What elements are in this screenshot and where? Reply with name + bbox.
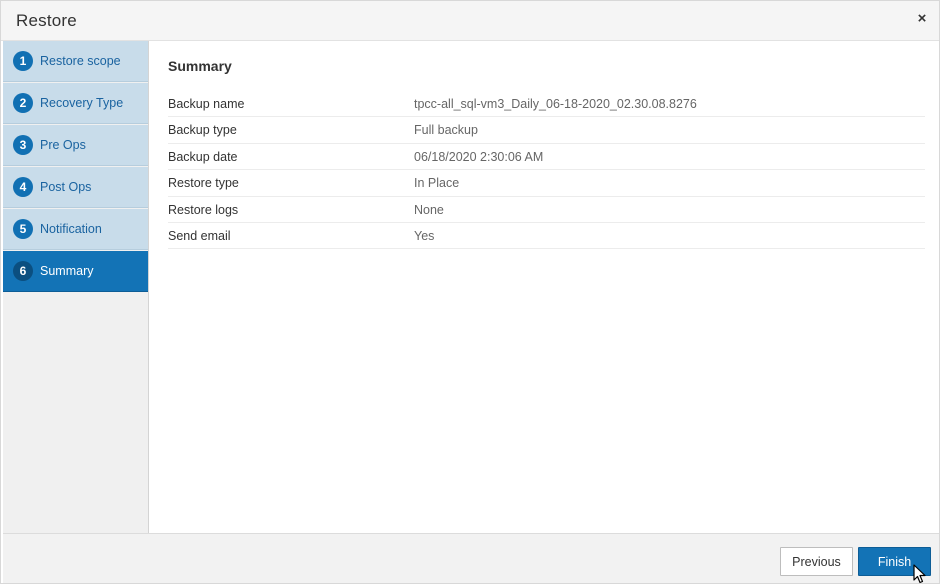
step-number: 4 (13, 177, 33, 197)
summary-panel: Summary Backup name tpcc-all_sql-vm3_Dai… (150, 41, 939, 533)
step-label: Restore scope (40, 54, 121, 68)
step-notification[interactable]: 5 Notification (3, 209, 148, 250)
previous-button[interactable]: Previous (780, 547, 853, 576)
step-label: Recovery Type (40, 96, 124, 110)
wizard-steps-sidebar: 1 Restore scope 2 Recovery Type 3 Pre Op… (3, 41, 149, 533)
dialog-titlebar: Restore × (1, 1, 939, 41)
restore-dialog: Restore × 1 Restore scope 2 Recovery Typ… (0, 0, 940, 584)
step-pre-ops[interactable]: 3 Pre Ops (3, 125, 148, 166)
step-summary[interactable]: 6 Summary (3, 251, 148, 292)
mouse-pointer-icon (913, 564, 926, 584)
summary-heading: Summary (168, 58, 232, 74)
summary-value: None (414, 202, 444, 217)
summary-value: In Place (414, 176, 460, 191)
step-label: Summary (40, 264, 94, 278)
dialog-title: Restore (16, 11, 77, 30)
step-number: 3 (13, 135, 33, 155)
summary-key: Backup name (168, 97, 245, 111)
summary-key: Restore logs (168, 202, 239, 217)
summary-row: Restore logs None (168, 197, 925, 223)
summary-value: tpcc-all_sql-vm3_Daily_06-18-2020_02.30.… (414, 97, 697, 111)
step-label: Notification (40, 222, 102, 236)
summary-value: 06/18/2020 2:30:06 AM (414, 149, 544, 164)
summary-value: Full backup (414, 123, 478, 138)
step-recovery-type[interactable]: 2 Recovery Type (3, 83, 148, 124)
step-number: 6 (13, 261, 33, 281)
dialog-footer: Previous Finish (3, 533, 939, 583)
summary-key: Send email (168, 228, 231, 243)
summary-table: Backup name tpcc-all_sql-vm3_Daily_06-18… (168, 91, 925, 250)
step-number: 2 (13, 93, 33, 113)
step-number: 1 (13, 51, 33, 71)
step-label: Pre Ops (40, 138, 86, 152)
summary-key: Backup date (168, 149, 238, 164)
close-icon[interactable]: × (913, 10, 931, 28)
summary-row: Send email Yes (168, 223, 925, 250)
step-restore-scope[interactable]: 1 Restore scope (3, 41, 148, 82)
summary-row: Backup type Full backup (168, 117, 925, 144)
step-number: 5 (13, 219, 33, 239)
step-label: Post Ops (40, 180, 92, 194)
summary-key: Backup type (168, 123, 237, 138)
step-post-ops[interactable]: 4 Post Ops (3, 167, 148, 208)
summary-row: Backup date 06/18/2020 2:30:06 AM (168, 144, 925, 171)
summary-key: Restore type (168, 176, 239, 191)
summary-row: Restore type In Place (168, 170, 925, 197)
summary-value: Yes (414, 228, 435, 243)
summary-row: Backup name tpcc-all_sql-vm3_Daily_06-18… (168, 91, 925, 118)
